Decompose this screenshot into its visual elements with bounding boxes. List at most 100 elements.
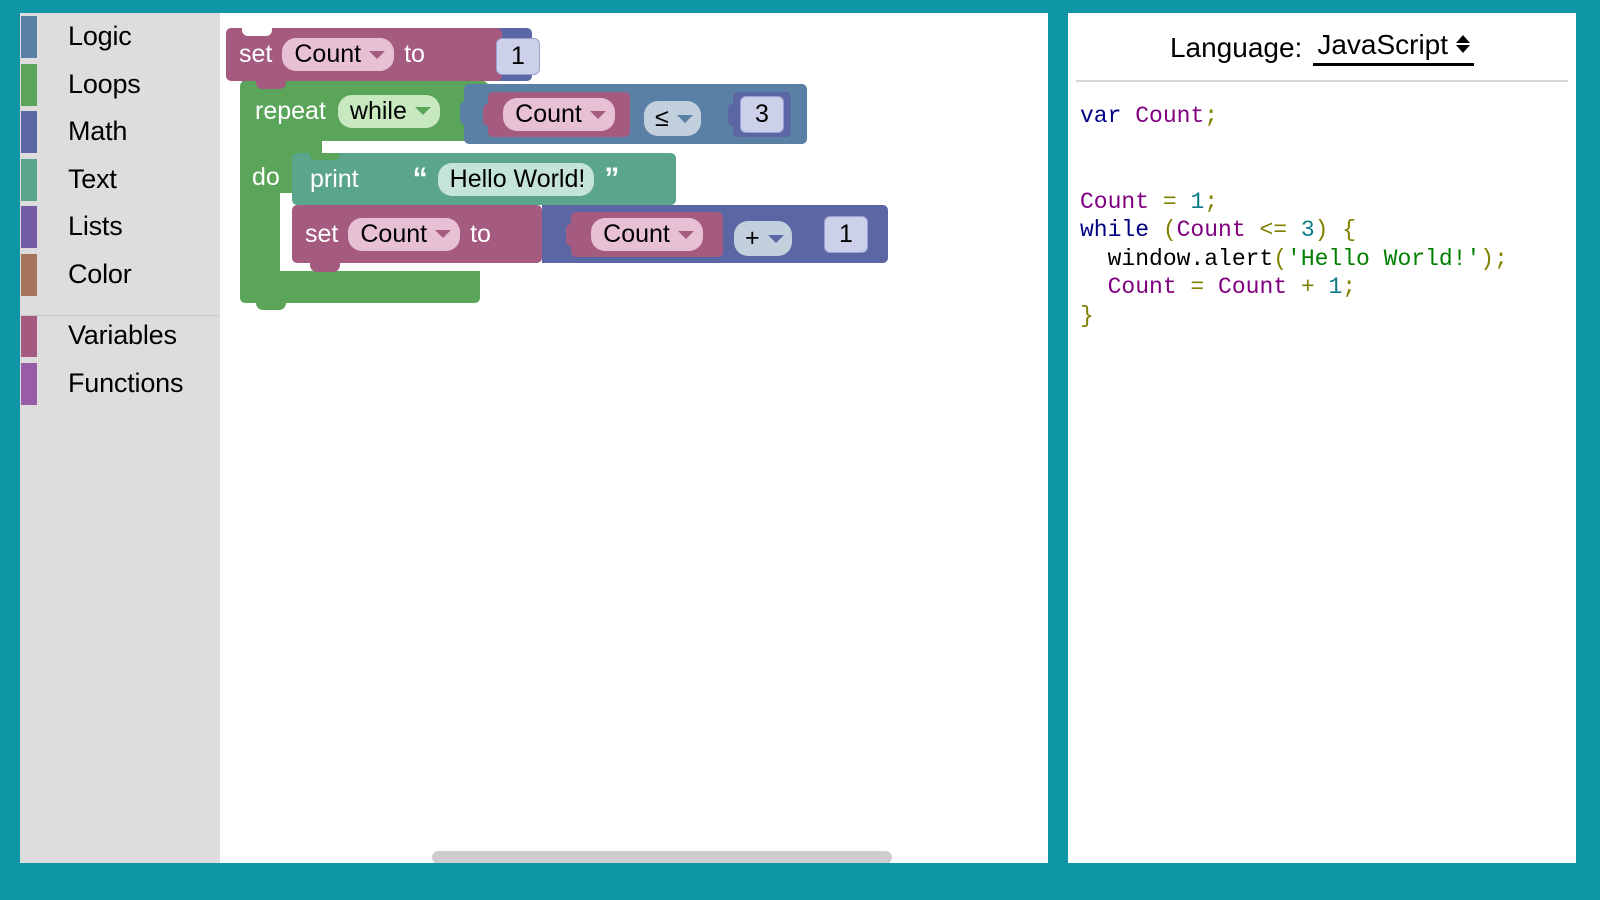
toolbox-category-label: Text [68,164,117,195]
quote-close-icon: ” [604,164,619,194]
block-notch-bottom [310,263,340,272]
chevron-down-icon [369,51,385,59]
toolbox-category-math[interactable]: Math [20,108,220,156]
comparison-operator-dropdown[interactable]: ≤ [644,101,701,136]
code-token: 1 [1190,189,1204,215]
header-divider [1076,80,1568,82]
toolbox-category-label: Functions [68,368,183,399]
toolbox-category-label: Color [68,259,132,290]
variable-dropdown-count[interactable]: Count [282,38,394,71]
loop-mode-dropdown[interactable]: while [338,95,440,128]
category-color-swatch [21,206,37,248]
block-variable-get-count-cmp[interactable]: Count [488,92,630,137]
loop-foot [240,271,480,303]
block-number-1-add[interactable]: 1 [817,212,875,257]
language-header: Language: JavaScript [1068,13,1576,66]
number-field-1[interactable]: 1 [496,38,540,75]
arith-operator-wrap: + [734,221,792,256]
quote-open-icon: “ [413,164,428,194]
code-output: var Count; Count = 1; while (Count <= 3)… [1080,102,1576,330]
block-variable-get-count-add[interactable]: Count [571,212,723,257]
block-set-count-to-1[interactable]: set Count to [226,28,502,81]
variable-dropdown-count[interactable]: Count [503,98,615,131]
toolbox-category-logic[interactable]: Logic [20,13,220,61]
to-keyword-label: to [404,42,425,67]
toolbox-category-label: Loops [68,69,141,100]
block-repeat-while[interactable]: repeat while [240,81,488,141]
code-token: = [1149,189,1190,215]
toolbox-sidebar: Logic Loops Math Text Lists Color Variables Fun… [20,13,220,863]
arithmetic-operator-label: + [745,224,760,253]
code-token: ) { [1315,217,1356,243]
code-token: } [1080,303,1094,329]
code-token: 3 [1301,217,1315,243]
toolbox-category-loops[interactable]: Loops [20,61,220,109]
category-color-swatch [21,315,37,357]
chevron-down-icon [590,111,606,119]
variable-name-label: Count [515,100,582,129]
code-token: var [1080,103,1121,129]
arrow-down-icon [1456,45,1470,53]
category-color-swatch [21,159,37,201]
toolbox-category-functions[interactable]: Functions [20,360,220,408]
code-token: while [1080,217,1149,243]
arrow-up-icon [1456,35,1470,43]
blockly-workspace[interactable]: set Count to 1 repeat [220,13,1048,863]
category-color-swatch [21,64,37,106]
category-color-swatch [21,363,37,405]
variable-name-label: Count [360,220,427,249]
code-token: ); [1480,246,1508,272]
block-notch-top [242,28,272,36]
chevron-down-icon [677,115,693,123]
loop-foot-notch [256,301,286,310]
toolbox-category-lists[interactable]: Lists [20,203,220,251]
horizontal-scrollbar[interactable] [432,851,892,863]
block-print[interactable]: print “ Hello World! ” [292,153,676,205]
generated-code-panel: Language: JavaScript var Count; Count = … [1068,13,1576,863]
set-keyword-label: set [239,42,272,67]
toolbox-separator [20,315,220,316]
block-number-3[interactable]: 3 [733,92,791,137]
code-token: Count [1177,217,1246,243]
toolbox-category-label: Variables [68,320,177,351]
toolbox-category-label: Lists [68,211,123,242]
block-notch-top [256,81,286,89]
to-keyword-label: to [470,222,491,247]
chevron-down-icon [415,107,431,115]
arithmetic-operator-dropdown[interactable]: + [734,221,792,256]
code-token: window.alert [1080,246,1273,272]
set-keyword-label: set [305,222,338,247]
do-keyword-label: do [252,163,280,191]
code-token [1080,274,1108,300]
variable-dropdown-count[interactable]: Count [348,218,460,251]
number-field-1b[interactable]: 1 [824,216,868,253]
language-select[interactable]: JavaScript [1313,29,1474,66]
text-field-hello-world[interactable]: Hello World! [438,163,595,196]
variable-name-label: Count [603,220,670,249]
category-color-swatch [21,111,37,153]
toolbox-category-text[interactable]: Text [20,156,220,204]
variable-dropdown-count[interactable]: Count [591,218,703,251]
sort-arrows-icon [1456,35,1470,55]
code-token: ; [1204,189,1218,215]
comparison-operator-label: ≤ [655,104,669,133]
toolbox-category-variables[interactable]: Variables [20,312,220,360]
block-set-count-increment[interactable]: set Count to [292,205,542,263]
do-label-wrap: do [252,165,280,190]
toolbox-category-list: Logic Loops Math Text Lists Color Variables Fun… [20,13,220,407]
toolbox-category-label: Logic [68,21,132,52]
code-token: + [1287,274,1328,300]
number-field-3[interactable]: 3 [740,96,784,133]
repeat-keyword-label: repeat [255,99,326,124]
loop-mode-label: while [350,97,407,126]
code-token: 1 [1328,274,1342,300]
number-value-1[interactable]: 1 [496,38,540,75]
chevron-down-icon [678,231,694,239]
value-socket [400,166,410,190]
toolbox-category-color[interactable]: Color [20,251,220,299]
category-color-swatch [21,254,37,296]
category-color-swatch [21,16,37,58]
chevron-down-icon [768,235,784,243]
language-selected-value: JavaScript [1317,29,1448,61]
language-label: Language: [1170,32,1302,64]
